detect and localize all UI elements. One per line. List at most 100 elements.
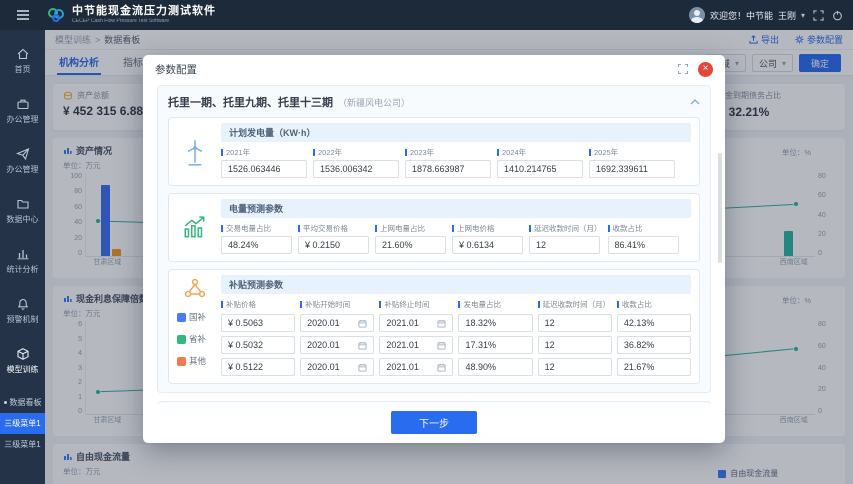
field-value[interactable]: 12 — [538, 358, 612, 376]
calendar-icon — [358, 319, 367, 328]
fullscreen-icon[interactable] — [677, 63, 689, 75]
date-field[interactable]: 2021.01 — [379, 358, 453, 376]
chevron-down-icon: ▾ — [801, 11, 805, 20]
field-label: 交易电量占比 — [221, 223, 292, 234]
field-value[interactable]: ¥ 0.5063 — [221, 314, 295, 332]
field-value[interactable]: 1536.006342 — [313, 160, 399, 178]
modal-body: 托里一期、托里九期、托里十三期 （新疆风电公司） 计划发电量（KW·h） 202… — [143, 83, 725, 404]
sidebar-item-label: 办公管理 — [7, 114, 39, 125]
sidebar-item-label: 数据中心 — [7, 214, 39, 225]
field-value[interactable]: 48.90% — [458, 358, 532, 376]
section-title: 托里一期、托里九期、托里十三期 — [168, 94, 333, 110]
chevron-up-icon[interactable] — [690, 99, 700, 105]
next-step-button[interactable]: 下一步 — [391, 411, 477, 434]
field-value[interactable]: 12 — [538, 336, 612, 354]
field-value[interactable]: 18.32% — [458, 314, 532, 332]
sidebar-item-data-center[interactable]: 数据中心 — [0, 186, 45, 236]
sidebar-item-office-2[interactable]: 办公管理 — [0, 136, 45, 186]
sidebar-item-home[interactable]: 首页 — [0, 36, 45, 86]
app-title: 中节能现金流压力测试软件 — [72, 5, 216, 18]
field-value[interactable]: 36.82% — [617, 336, 691, 354]
field-label: 平均交易价格 — [298, 223, 369, 234]
modal-scrollbar[interactable] — [718, 153, 722, 263]
field-value[interactable]: 21.60% — [375, 236, 446, 254]
field-label: 收款占比 — [608, 223, 679, 234]
section-tuoli-2[interactable]: 托里二期 （新疆风电公司） — [157, 401, 711, 404]
column-header: 收款占比 — [617, 299, 691, 310]
sidebar-item-model-training[interactable]: 模型训练 — [0, 336, 45, 386]
field-value[interactable]: ¥ 0.6134 — [452, 236, 523, 254]
subsidy-row-label-provincial: 省补 — [169, 328, 206, 350]
subsidy-row-label-other: 其他 — [169, 350, 206, 372]
sidebar-subitem-dashboard[interactable]: 数据看板 — [0, 392, 45, 413]
field-value[interactable]: ¥ 0.5122 — [221, 358, 295, 376]
field-value[interactable]: 48.24% — [221, 236, 292, 254]
section-header[interactable]: 托里一期、托里九期、托里十三期 （新疆风电公司） — [168, 94, 700, 110]
field-value[interactable]: 12 — [529, 236, 600, 254]
field-value[interactable]: 1410.214765 — [497, 160, 583, 178]
section-subtitle: （新疆风电公司） — [338, 96, 410, 109]
date-field[interactable]: 2020.01 — [300, 358, 374, 376]
field-value[interactable]: 42.13% — [617, 314, 691, 332]
field-value[interactable]: 1878.663987 — [405, 160, 491, 178]
provincial-subsidy-icon — [177, 335, 186, 344]
calendar-icon — [358, 341, 367, 350]
send-icon — [16, 147, 30, 161]
national-subsidy-icon — [177, 313, 186, 322]
calendar-icon — [437, 363, 446, 372]
field-value[interactable]: ¥ 0.5032 — [221, 336, 295, 354]
sidebar: 首页 办公管理 办公管理 数据中心 统计分析 预警机制 模型训练 数据看板 三级… — [0, 30, 45, 484]
table-row: ¥ 0.5122 2020.01 2021.01 48.90% 12 21.67… — [221, 358, 691, 376]
sidebar-item-label: 模型训练 — [7, 364, 39, 375]
cube-icon — [16, 347, 30, 361]
power-forecast-panel: 电量预测参数 交易电量占比 48.24% 平均交易价格 ¥ 0.2150 上网电… — [168, 193, 700, 262]
field-value[interactable]: 1692.339611 — [589, 160, 675, 178]
field-value[interactable]: 86.41% — [608, 236, 679, 254]
menu-toggle-icon[interactable] — [0, 0, 45, 30]
param-config-modal: 参数配置 × 托里一期、托里九期、托里十三期 （新疆风电公司） 计划发电量（KW… — [143, 55, 725, 443]
sidebar-item-office-1[interactable]: 办公管理 — [0, 86, 45, 136]
field-value[interactable]: 12 — [538, 314, 612, 332]
field-value[interactable]: ¥ 0.2150 — [298, 236, 369, 254]
date-field[interactable]: 2020.01 — [300, 336, 374, 354]
date-field[interactable]: 2021.01 — [379, 336, 453, 354]
sidebar-subitem-label: 三级菜单1 — [4, 418, 40, 429]
field-value[interactable]: 21.67% — [617, 358, 691, 376]
sidebar-item-alert[interactable]: 预警机制 — [0, 286, 45, 336]
sidebar-subitem-menu1[interactable]: 三级菜单1 — [0, 434, 45, 455]
subsidy-column-headers: 补贴价格 补贴开始时间 补贴终止时间 发电量占比 延迟收款时间（月） 收款占比 — [221, 299, 691, 310]
field-value[interactable]: 1526.063446 — [221, 160, 307, 178]
bell-icon — [16, 297, 30, 311]
modal-title: 参数配置 — [155, 62, 197, 77]
fullscreen-icon[interactable] — [813, 10, 824, 21]
power-icon[interactable] — [832, 10, 843, 21]
sidebar-subitem-menu1-active[interactable]: 三级菜单1 — [0, 413, 45, 434]
user-menu[interactable]: 欢迎您！中节能 王刚 ▾ — [689, 7, 805, 23]
close-button[interactable]: × — [698, 62, 713, 77]
table-row: ¥ 0.5032 2020.01 2021.01 17.31% 12 36.82… — [221, 336, 691, 354]
subsidy-forecast-panel: 国补 省补 其他 补贴预测参数 补贴价格 补贴开始时间 — [168, 269, 700, 384]
calendar-icon — [437, 319, 446, 328]
growth-chart-icon — [182, 215, 208, 241]
sidebar-subitem-label: 三级菜单1 — [4, 439, 40, 450]
field-label: 延迟收款时间（月） — [529, 223, 602, 234]
field-label: 2022年 — [313, 147, 399, 158]
field-label: 2023年 — [405, 147, 491, 158]
field-value[interactable]: 17.31% — [458, 336, 532, 354]
sidebar-item-label: 统计分析 — [7, 264, 39, 275]
calendar-icon — [358, 363, 367, 372]
calendar-icon — [437, 341, 446, 350]
home-icon — [16, 47, 30, 61]
briefcase-icon — [16, 97, 30, 111]
wind-turbine-icon — [182, 137, 208, 167]
column-header: 发电量占比 — [458, 299, 532, 310]
sub-panel-title: 补贴预测参数 — [221, 275, 691, 294]
column-header: 补贴终止时间 — [379, 299, 453, 310]
sidebar-item-label: 首页 — [15, 64, 31, 75]
date-field[interactable]: 2020.01 — [300, 314, 374, 332]
sidebar-item-statistics[interactable]: 统计分析 — [0, 236, 45, 286]
field-label: 2025年 — [589, 147, 675, 158]
section-tuoli-1: 托里一期、托里九期、托里十三期 （新疆风电公司） 计划发电量（KW·h） 202… — [157, 85, 711, 393]
column-header: 补贴价格 — [221, 299, 295, 310]
date-field[interactable]: 2021.01 — [379, 314, 453, 332]
